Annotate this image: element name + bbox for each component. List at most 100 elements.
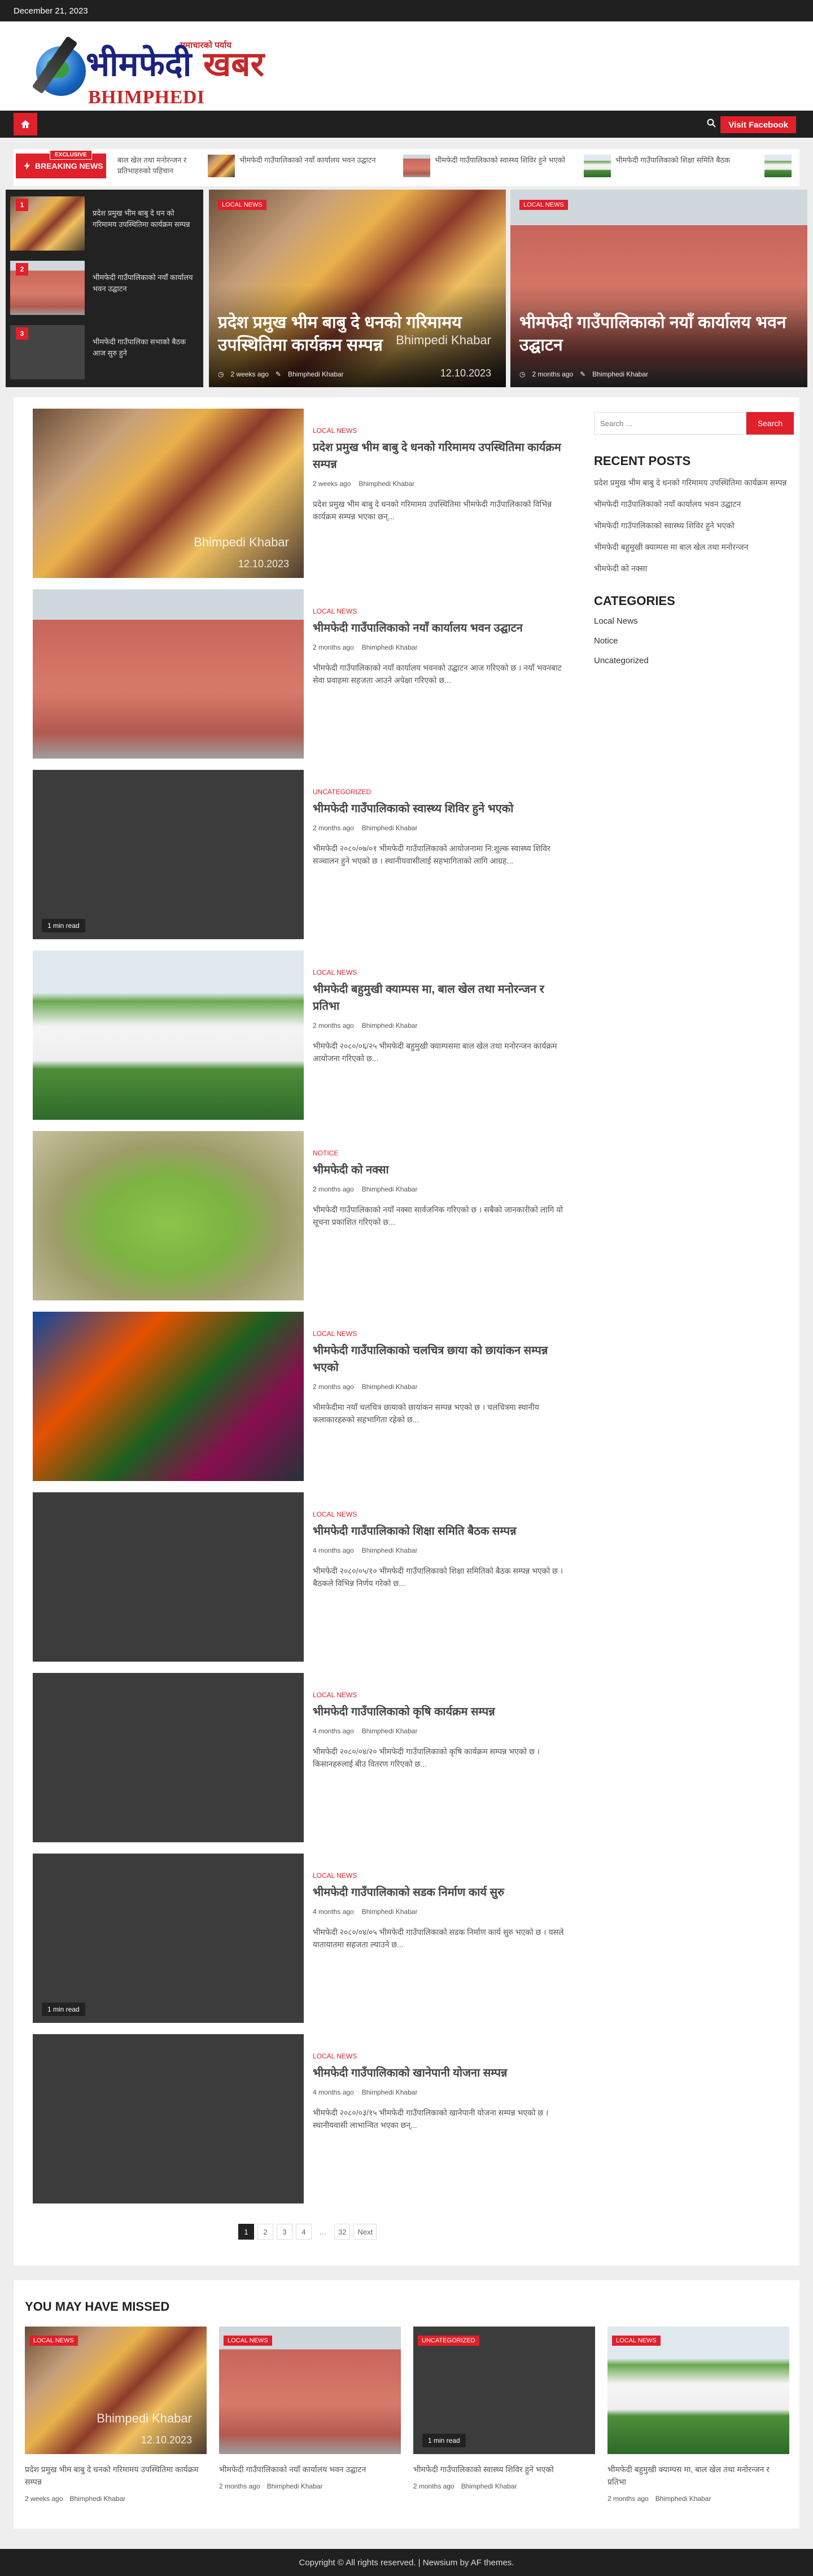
visit-facebook-button[interactable]: Visit Facebook — [720, 116, 796, 133]
post-category[interactable]: Local News — [313, 1330, 572, 1338]
page-link[interactable]: 1 — [238, 2224, 254, 2240]
recent-post-link[interactable]: भीमफेदी गाउँपालिकाको नयाँ कार्यालय भवन उ… — [594, 498, 794, 510]
recent-post-link[interactable]: भीमफेदी को नक्सा — [594, 562, 794, 575]
post-title[interactable]: भीमफेदी गाउँपालिकाको सडक निर्माण कार्य स… — [313, 1884, 572, 1901]
missed-thumbnail[interactable]: Local News Bhimpedi Khabar 12.10.2023 — [25, 2327, 207, 2454]
hero-featured-center[interactable]: Local News Bhimpedi Khabar 12.10.2023 प्… — [209, 190, 506, 387]
post-author[interactable]: Bhimphedi Khabar — [461, 2482, 517, 2490]
missed-title[interactable]: भीमफेदी गाउँपालिकाको स्वास्थ्य शिविर हुन… — [413, 2463, 595, 2476]
post-category[interactable]: Notice — [313, 1149, 572, 1157]
post-thumbnail[interactable]: 1 min read — [33, 770, 304, 939]
missed-card: Local News भीमफेदी गाउँपालिकाको नयाँ कार… — [219, 2327, 401, 2490]
ticker-thumbnail — [764, 155, 792, 177]
post-title[interactable]: प्रदेश प्रमुख भीम बाबु दे धनको गरिमामय उ… — [313, 439, 572, 473]
post-author[interactable]: Bhimphedi Khabar — [362, 2088, 418, 2096]
post-category[interactable]: Local News — [313, 2052, 572, 2060]
post-category[interactable]: Local News — [313, 607, 572, 615]
post-thumbnail[interactable] — [33, 2034, 304, 2203]
category-badge[interactable]: Local News — [519, 200, 568, 210]
post-author[interactable]: Bhimphedi Khabar — [362, 1022, 418, 1029]
post-title[interactable]: भीमफेदी बहुमुखी क्याम्पस मा, बाल खेल तथा… — [313, 981, 572, 1015]
category-badge[interactable]: Local News — [224, 2336, 272, 2346]
post-title[interactable]: भीमफेदी गाउँपालिकाको स्वास्थ्य शिविर हुन… — [313, 800, 572, 817]
post-meta: 4 months ago Bhimphedi Khabar — [313, 1547, 572, 1554]
category-link[interactable]: Notice — [594, 636, 794, 646]
post-thumbnail[interactable] — [33, 1492, 304, 1662]
post-title[interactable]: भीमफेदी गाउँपालिकाको खानेपानी योजना सम्प… — [313, 2065, 572, 2082]
trending-item[interactable]: 2 भीमफेदी गाउँपालिकाको नयाँ कार्यालय भवन… — [6, 257, 203, 318]
post-thumbnail[interactable]: 1 min read — [33, 1854, 304, 2023]
page-link[interactable]: 4 — [296, 2224, 312, 2240]
post-author[interactable]: Bhimphedi Khabar — [362, 1383, 418, 1391]
post-category[interactable]: Uncategorized — [313, 788, 572, 796]
category-link[interactable]: Uncategorized — [594, 656, 794, 665]
post-card: 1 min read Local News भीमफेदी गाउँपालिका… — [33, 1854, 575, 2023]
page-link[interactable]: 2 — [257, 2224, 273, 2240]
post-author[interactable]: Bhimphedi Khabar — [362, 643, 418, 651]
post-thumbnail[interactable] — [33, 589, 304, 759]
page-link[interactable]: 32 — [334, 2224, 351, 2240]
post-date: 4 months ago — [313, 2088, 354, 2096]
post-date: 4 months ago — [313, 1727, 354, 1735]
post-author[interactable]: Bhimphedi Khabar — [362, 1908, 418, 1916]
missed-title[interactable]: भीमफेदी बहुमुखी क्याम्पस मा, बाल खेल तथा… — [607, 2463, 789, 2488]
post-title[interactable]: भीमफेदी गाउँपालिकाको कृषि कार्यक्रम सम्प… — [313, 1703, 572, 1720]
missed-thumbnail[interactable]: Uncategorized 1 min read — [413, 2327, 595, 2454]
post-author[interactable]: Bhimphedi Khabar — [362, 1547, 418, 1554]
recent-post-link[interactable]: प्रदेश प्रमुख भीम बाबु दे धनको गरिमामय उ… — [594, 476, 794, 489]
recent-post-link[interactable]: भीमफेदी गाउँपालिकाको स्वास्थ्य शिविर हुन… — [594, 519, 794, 532]
home-button[interactable] — [14, 113, 37, 135]
post-author[interactable]: Bhimphedi Khabar — [362, 824, 418, 832]
post-thumbnail[interactable]: Bhimpedi Khabar 12.10.2023 — [33, 409, 304, 578]
hero-title[interactable]: भीमफेदी गाउँपालिकाको नयाँ कार्यालय भवन उ… — [519, 312, 790, 357]
missed-thumbnail[interactable]: Local News — [219, 2327, 401, 2454]
category-link[interactable]: Local News — [594, 616, 794, 626]
post-author[interactable]: Bhimphedi Khabar — [288, 370, 344, 378]
next-page-button[interactable]: Next — [353, 2224, 377, 2240]
hero-featured-right[interactable]: Local News भीमफेदी गाउँपालिकाको नयाँ कार… — [510, 190, 807, 387]
ticker-item[interactable]: भीमफेदी गाउँपालिकाको स्वास्थ्य शिविर हुन… — [403, 155, 572, 179]
post-category[interactable]: Local News — [313, 427, 572, 435]
post-thumbnail[interactable] — [33, 1673, 304, 1842]
post-category[interactable]: Local News — [313, 1691, 572, 1699]
ticker-item[interactable]: भीमफेदी गाउँपालिकाको नयाँ कार्यालय भवन उ… — [208, 155, 377, 179]
post-author[interactable]: Bhimphedi Khabar — [362, 1185, 418, 1193]
author-icon: ✎ — [275, 370, 281, 378]
post-category[interactable]: Local News — [313, 1510, 572, 1518]
missed-title[interactable]: भीमफेदी गाउँपालिकाको नयाँ कार्यालय भवन उ… — [219, 2463, 401, 2476]
trending-item[interactable]: 1 प्रदेश प्रमुख भीम बाबु दे धन को गरिमाम… — [6, 193, 203, 254]
post-author[interactable]: Bhimphedi Khabar — [359, 480, 414, 488]
post-author[interactable]: Bhimphedi Khabar — [655, 2495, 711, 2503]
post-category[interactable]: Local News — [313, 1872, 572, 1880]
post-author[interactable]: Bhimphedi Khabar — [592, 370, 648, 378]
trending-item[interactable]: 3 भीमफेदी गाउँपालिका सभाको बैठक आज सुरु … — [6, 322, 203, 383]
post-title[interactable]: भीमफेदी गाउँपालिकाको शिक्षा समिति बैठक स… — [313, 1523, 572, 1540]
recent-post-link[interactable]: भीमफेदी बहुमुखी क्याम्पस मा बाल खेल तथा … — [594, 541, 794, 553]
post-category[interactable]: Local News — [313, 969, 572, 976]
ticker-item[interactable]: भीमफेदी गाउँपालिकाको शिक्षा समिति बैठक — [584, 155, 753, 179]
missed-thumbnail[interactable]: Local News — [607, 2327, 789, 2454]
category-badge[interactable]: Local News — [29, 2336, 78, 2346]
post-author[interactable]: Bhimphedi Khabar — [267, 2482, 323, 2490]
site-logo[interactable]: समाचारको पर्याय भीमफेदी खबर BHIMPHEDI KH… — [32, 32, 269, 129]
ticker-item[interactable] — [764, 155, 796, 179]
search-submit-button[interactable]: Search — [746, 412, 794, 435]
missed-title[interactable]: प्रदेश प्रमुख भीम बाबु दे धनको गरिमामय उ… — [25, 2463, 207, 2488]
page-link[interactable]: 3 — [277, 2224, 292, 2240]
post-title[interactable]: भीमफेदी गाउँपालिकाको चलचित्र छाया को छाय… — [313, 1342, 572, 1376]
hero-title[interactable]: प्रदेश प्रमुख भीम बाबु दे धनको गरिमामय उ… — [218, 312, 489, 357]
category-badge[interactable]: Local News — [218, 200, 266, 210]
category-badge[interactable]: Uncategorized — [418, 2336, 479, 2346]
post-date: 2 months ago — [313, 643, 354, 651]
category-badge[interactable]: Local News — [612, 2336, 661, 2346]
search-toggle-button[interactable] — [707, 119, 716, 130]
search-input[interactable] — [594, 412, 746, 435]
post-author[interactable]: Bhimphedi Khabar — [69, 2495, 125, 2503]
post-title[interactable]: भीमफेदी गाउँपालिकाको नयाँ कार्यालय भवन उ… — [313, 620, 572, 637]
post-thumbnail[interactable] — [33, 1131, 304, 1300]
post-thumbnail[interactable] — [33, 950, 304, 1120]
ticker-bar: EXCLUSIVE BREAKING NEWS बाल खेल तथा मनोर… — [14, 149, 799, 186]
post-title[interactable]: भीमफेदी को नक्सा — [313, 1162, 572, 1179]
post-author[interactable]: Bhimphedi Khabar — [362, 1727, 418, 1735]
post-thumbnail[interactable] — [33, 1312, 304, 1481]
